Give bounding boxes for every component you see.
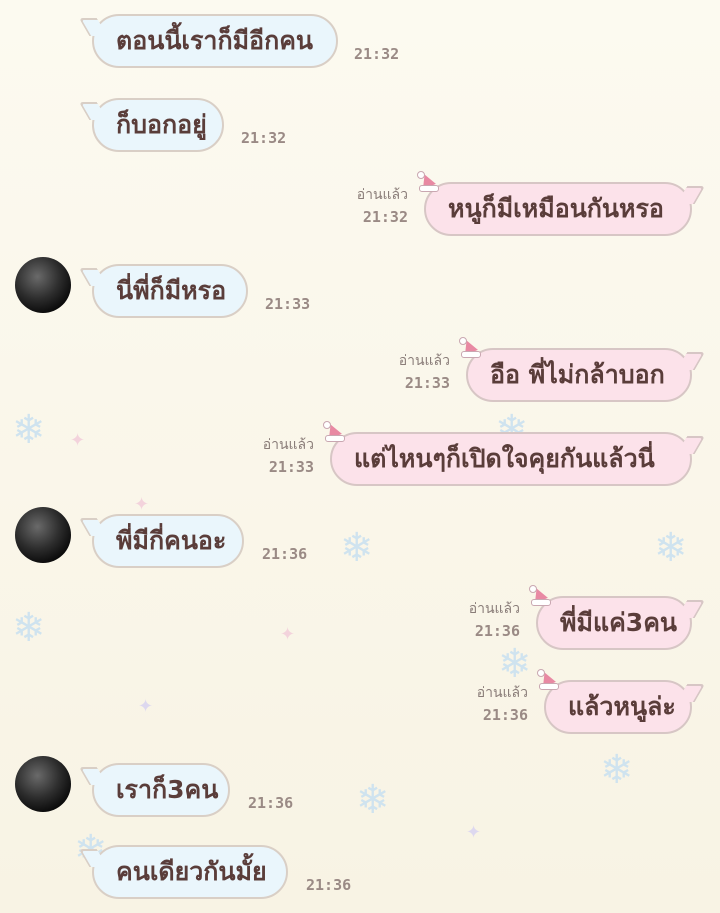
message-time: 21:32 bbox=[354, 45, 400, 63]
message-time: 21:32 bbox=[241, 129, 287, 147]
message-text: ตอนนี้เราก็มีอีกคน bbox=[116, 26, 314, 55]
read-status: อ่านแล้ว bbox=[262, 437, 314, 453]
santa-hat-icon bbox=[528, 585, 551, 606]
message-bubble[interactable]: อือ พี่ไม่กล้าบอก bbox=[459, 337, 706, 402]
santa-hat-icon bbox=[536, 669, 559, 690]
message-text: เราก็3คน bbox=[116, 775, 219, 804]
snowflake-icon: ❄ bbox=[498, 641, 532, 687]
avatar[interactable] bbox=[15, 756, 71, 812]
message-time: 21:36 bbox=[248, 794, 294, 812]
message-time: 21:33 bbox=[265, 295, 311, 313]
santa-hat-icon bbox=[458, 337, 481, 358]
read-receipt: อ่านแล้ว 21:36 bbox=[450, 682, 528, 726]
sparkle-icon: ✦ bbox=[134, 494, 150, 515]
sparkle-icon: ✦ bbox=[138, 696, 154, 717]
avatar[interactable] bbox=[15, 257, 71, 313]
message-text: หนูก็มีเหมือนกันหรอ bbox=[448, 194, 664, 223]
sparkle-icon: ✦ bbox=[466, 822, 482, 843]
message-text: คนเดียวกันมั้ย bbox=[116, 857, 267, 886]
snowflake-icon: ❄ bbox=[12, 407, 46, 453]
message-text: แล้วหนูล่ะ bbox=[568, 692, 676, 721]
message-time: 21:36 bbox=[262, 545, 308, 563]
read-status: อ่านแล้ว bbox=[356, 187, 408, 203]
santa-hat-icon bbox=[416, 171, 439, 192]
snowflake-icon: ❄ bbox=[654, 525, 688, 571]
message-text: อือ พี่ไม่กล้าบอก bbox=[490, 360, 665, 389]
read-status: อ่านแล้ว bbox=[468, 601, 520, 617]
message-bubble[interactable]: พี่มีแค่3คน bbox=[529, 585, 706, 650]
message-text: ก็บอกอยู่ bbox=[116, 110, 207, 139]
message-bubble[interactable]: คนเดียวกันมั้ย bbox=[78, 845, 288, 899]
read-receipt: อ่านแล้ว 21:33 bbox=[372, 350, 450, 394]
message-bubble[interactable]: เราก็3คน bbox=[78, 763, 230, 817]
message-bubble[interactable]: พี่มีกี่คนอะ bbox=[78, 514, 244, 568]
avatar[interactable] bbox=[15, 507, 71, 563]
snowflake-icon: ❄ bbox=[356, 777, 390, 823]
read-status: อ่านแล้ว bbox=[398, 353, 450, 369]
read-status: อ่านแล้ว bbox=[476, 685, 528, 701]
snowflake-icon: ❄ bbox=[340, 525, 374, 571]
message-time: 21:36 bbox=[474, 622, 520, 640]
message-bubble[interactable]: หนูก็มีเหมือนกันหรอ bbox=[417, 171, 706, 236]
message-bubble[interactable]: แต่ไหนๆก็เปิดใจคุยกันแล้วนี่ bbox=[323, 421, 706, 486]
message-time: 21:36 bbox=[482, 706, 528, 724]
message-time: 21:32 bbox=[362, 208, 408, 226]
message-time: 21:33 bbox=[404, 374, 450, 392]
message-text: แต่ไหนๆก็เปิดใจคุยกันแล้วนี่ bbox=[354, 444, 655, 473]
message-text: นี่พี่ก็มีหรอ bbox=[116, 276, 227, 305]
message-time: 21:36 bbox=[306, 876, 352, 894]
message-text: พี่มีกี่คนอะ bbox=[116, 526, 227, 555]
message-time: 21:33 bbox=[268, 458, 314, 476]
read-receipt: อ่านแล้ว 21:36 bbox=[442, 598, 520, 642]
message-bubble[interactable]: ก็บอกอยู่ bbox=[78, 98, 224, 152]
message-bubble[interactable]: ตอนนี้เราก็มีอีกคน bbox=[78, 14, 338, 68]
message-text: พี่มีแค่3คน bbox=[560, 608, 678, 637]
message-bubble[interactable]: แล้วหนูล่ะ bbox=[537, 669, 706, 734]
sparkle-icon: ✦ bbox=[280, 624, 296, 645]
santa-hat-icon bbox=[322, 421, 345, 442]
message-bubble[interactable]: นี่พี่ก็มีหรอ bbox=[78, 264, 248, 318]
read-receipt: อ่านแล้ว 21:33 bbox=[236, 434, 314, 478]
read-receipt: อ่านแล้ว 21:32 bbox=[330, 184, 408, 228]
snowflake-icon: ❄ bbox=[600, 747, 634, 793]
sparkle-icon: ✦ bbox=[70, 430, 86, 451]
snowflake-icon: ❄ bbox=[12, 605, 46, 651]
